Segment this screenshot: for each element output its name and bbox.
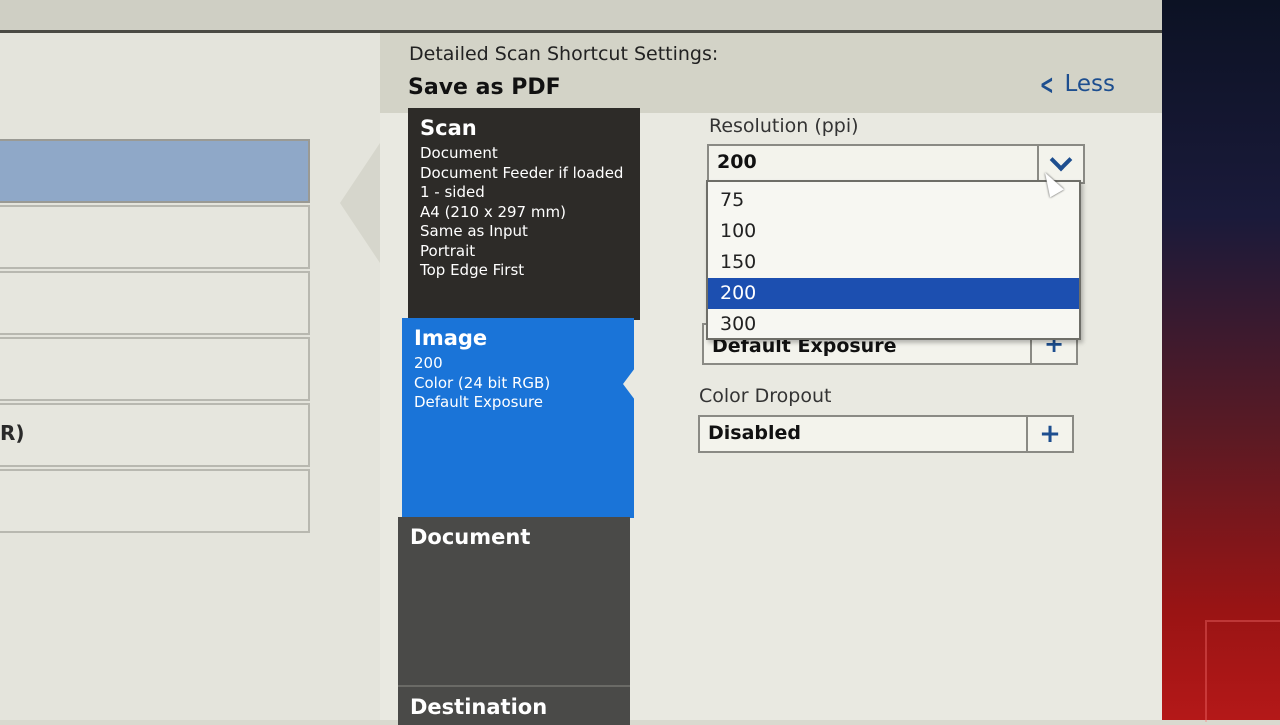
shortcut-name: Save as PDF	[408, 75, 561, 100]
list-row-selected[interactable]	[0, 139, 310, 203]
color-dropout-value: Disabled	[708, 422, 802, 444]
list-row[interactable]	[0, 271, 310, 335]
color-dropout-select[interactable]: Disabled +	[698, 415, 1074, 453]
tab-image-line: Default Exposure	[414, 393, 544, 411]
tab-document-title: Document	[410, 525, 531, 549]
tab-image-line: 200	[414, 354, 443, 372]
resolution-value: 200	[717, 151, 757, 173]
dialog-header: Detailed Scan Shortcut Settings: Save as…	[380, 33, 1162, 113]
monitor-bezel	[1160, 0, 1280, 720]
tab-scan-line: Portrait	[420, 241, 476, 260]
resolution-option[interactable]: 100	[708, 216, 1079, 247]
list-row[interactable]: R)	[0, 403, 310, 467]
dialog-pointer	[340, 143, 380, 263]
resolution-options-list: 75 100 150 200 300	[706, 180, 1081, 340]
tab-document[interactable]: Document	[398, 517, 630, 685]
resolution-option[interactable]: 150	[708, 247, 1079, 278]
list-row-text: R)	[0, 421, 25, 445]
less-button[interactable]: < Less	[1035, 67, 1115, 101]
bezel-glare	[1205, 620, 1280, 722]
tab-image-title: Image	[414, 326, 488, 350]
background-list-panel: R)	[0, 33, 380, 720]
color-dropout-label: Color Dropout	[699, 385, 832, 407]
list-row[interactable]	[0, 337, 310, 401]
tab-destination-title: Destination	[410, 695, 548, 719]
list-row[interactable]	[0, 469, 310, 533]
plus-icon: +	[1039, 419, 1061, 449]
tab-scan-title: Scan	[420, 116, 477, 140]
less-label: Less	[1064, 71, 1115, 97]
tab-scan-line: Same as Input	[420, 222, 528, 240]
tab-image-line: Color (24 bit RGB)	[414, 373, 551, 392]
top-strip	[0, 0, 1162, 33]
resolution-option-selected[interactable]: 200	[708, 278, 1079, 309]
tab-scan-line: 1 - sided	[420, 183, 485, 201]
resolution-option[interactable]: 300	[708, 309, 1079, 340]
tab-image[interactable]: Image 200 Color (24 bit RGB) Default Exp…	[402, 318, 635, 518]
list-row[interactable]	[0, 205, 310, 269]
tab-scan-line: Document Feeder if loaded	[420, 163, 624, 182]
chevron-left-icon: <	[1039, 67, 1054, 101]
screen: R) Detailed Scan Shortcut Settings: Save…	[0, 33, 1162, 725]
scan-settings-dialog: Detailed Scan Shortcut Settings: Save as…	[340, 33, 1162, 725]
tab-scan-line: Document	[420, 144, 498, 162]
tab-destination[interactable]: Destination	[398, 685, 630, 725]
tab-scan[interactable]: Scan Document Document Feeder if loaded …	[408, 108, 640, 320]
dialog-title: Detailed Scan Shortcut Settings:	[409, 43, 719, 65]
resolution-option[interactable]: 75	[708, 185, 1079, 216]
resolution-select[interactable]: 200	[707, 144, 1085, 184]
tab-scan-line: Top Edge First	[420, 261, 525, 279]
tab-scan-line: A4 (210 x 297 mm)	[420, 202, 566, 221]
color-dropout-expand-button[interactable]: +	[1026, 417, 1072, 451]
resolution-label: Resolution (ppi)	[709, 115, 859, 137]
chevron-down-icon	[1049, 148, 1073, 172]
